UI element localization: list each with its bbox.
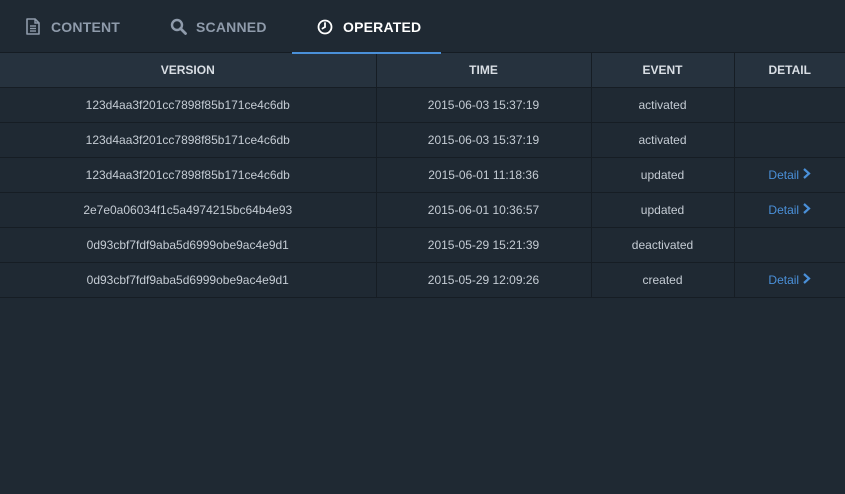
operated-history-panel: CONTENT SCANNED OPERATED VERSION TIME EV…: [0, 0, 845, 494]
operations-table: VERSION TIME EVENT DETAIL 123d4aa3f201cc…: [0, 53, 845, 298]
tab-operated-label: OPERATED: [343, 18, 422, 35]
detail-cell: Detail: [734, 157, 845, 193]
column-header-time[interactable]: TIME: [376, 53, 592, 88]
clock-icon: [316, 18, 334, 36]
detail-cell: [734, 87, 845, 123]
time-cell: 2015-06-03 15:37:19: [376, 122, 592, 158]
detail-link-label: Detail: [768, 273, 800, 287]
event-cell: updated: [591, 157, 735, 193]
event-cell: deactivated: [591, 227, 735, 263]
document-icon: [24, 18, 42, 36]
detail-link-label: Detail: [768, 168, 800, 182]
tab-scanned-label: SCANNED: [196, 18, 267, 35]
detail-cell: Detail: [734, 262, 845, 298]
table-row: 123d4aa3f201cc7898f85b171ce4c6db 2015-06…: [0, 157, 845, 193]
detail-link-label: Detail: [768, 203, 800, 217]
detail-link[interactable]: Detail: [768, 168, 811, 182]
chevron-right-icon: [802, 273, 811, 287]
time-cell: 2015-06-01 10:36:57: [376, 192, 592, 228]
table-row: 123d4aa3f201cc7898f85b171ce4c6db 2015-06…: [0, 87, 845, 123]
table-row: 0d93cbf7fdf9aba5d6999obe9ac4e9d1 2015-05…: [0, 262, 845, 298]
version-cell: 123d4aa3f201cc7898f85b171ce4c6db: [0, 157, 377, 193]
time-cell: 2015-05-29 12:09:26: [376, 262, 592, 298]
time-cell: 2015-06-01 11:18:36: [376, 157, 592, 193]
version-cell: 0d93cbf7fdf9aba5d6999obe9ac4e9d1: [0, 227, 377, 263]
column-header-version[interactable]: VERSION: [0, 53, 377, 88]
search-icon: [169, 18, 187, 36]
version-cell: 123d4aa3f201cc7898f85b171ce4c6db: [0, 122, 377, 158]
detail-link[interactable]: Detail: [768, 273, 811, 287]
table-row: 2e7e0a06034f1c5a4974215bc64b4e93 2015-06…: [0, 192, 845, 228]
table-row: 123d4aa3f201cc7898f85b171ce4c6db 2015-06…: [0, 122, 845, 158]
time-cell: 2015-06-03 15:37:19: [376, 87, 592, 123]
tab-content[interactable]: CONTENT: [0, 0, 145, 53]
tab-operated[interactable]: OPERATED: [292, 0, 441, 54]
column-header-event[interactable]: EVENT: [591, 53, 735, 88]
detail-cell: [734, 122, 845, 158]
time-cell: 2015-05-29 15:21:39: [376, 227, 592, 263]
table-header-row: VERSION TIME EVENT DETAIL: [0, 53, 845, 88]
version-cell: 0d93cbf7fdf9aba5d6999obe9ac4e9d1: [0, 262, 377, 298]
version-cell: 2e7e0a06034f1c5a4974215bc64b4e93: [0, 192, 377, 228]
detail-link[interactable]: Detail: [768, 203, 811, 217]
tab-scanned[interactable]: SCANNED: [145, 0, 292, 53]
event-cell: activated: [591, 122, 735, 158]
version-cell: 123d4aa3f201cc7898f85b171ce4c6db: [0, 87, 377, 123]
detail-cell: [734, 227, 845, 263]
event-cell: updated: [591, 192, 735, 228]
chevron-right-icon: [802, 168, 811, 182]
event-cell: created: [591, 262, 735, 298]
chevron-right-icon: [802, 203, 811, 217]
tab-content-label: CONTENT: [51, 18, 121, 35]
table-row: 0d93cbf7fdf9aba5d6999obe9ac4e9d1 2015-05…: [0, 227, 845, 263]
tab-bar: CONTENT SCANNED OPERATED: [0, 0, 845, 54]
column-header-detail[interactable]: DETAIL: [734, 53, 845, 88]
event-cell: activated: [591, 87, 735, 123]
detail-cell: Detail: [734, 192, 845, 228]
